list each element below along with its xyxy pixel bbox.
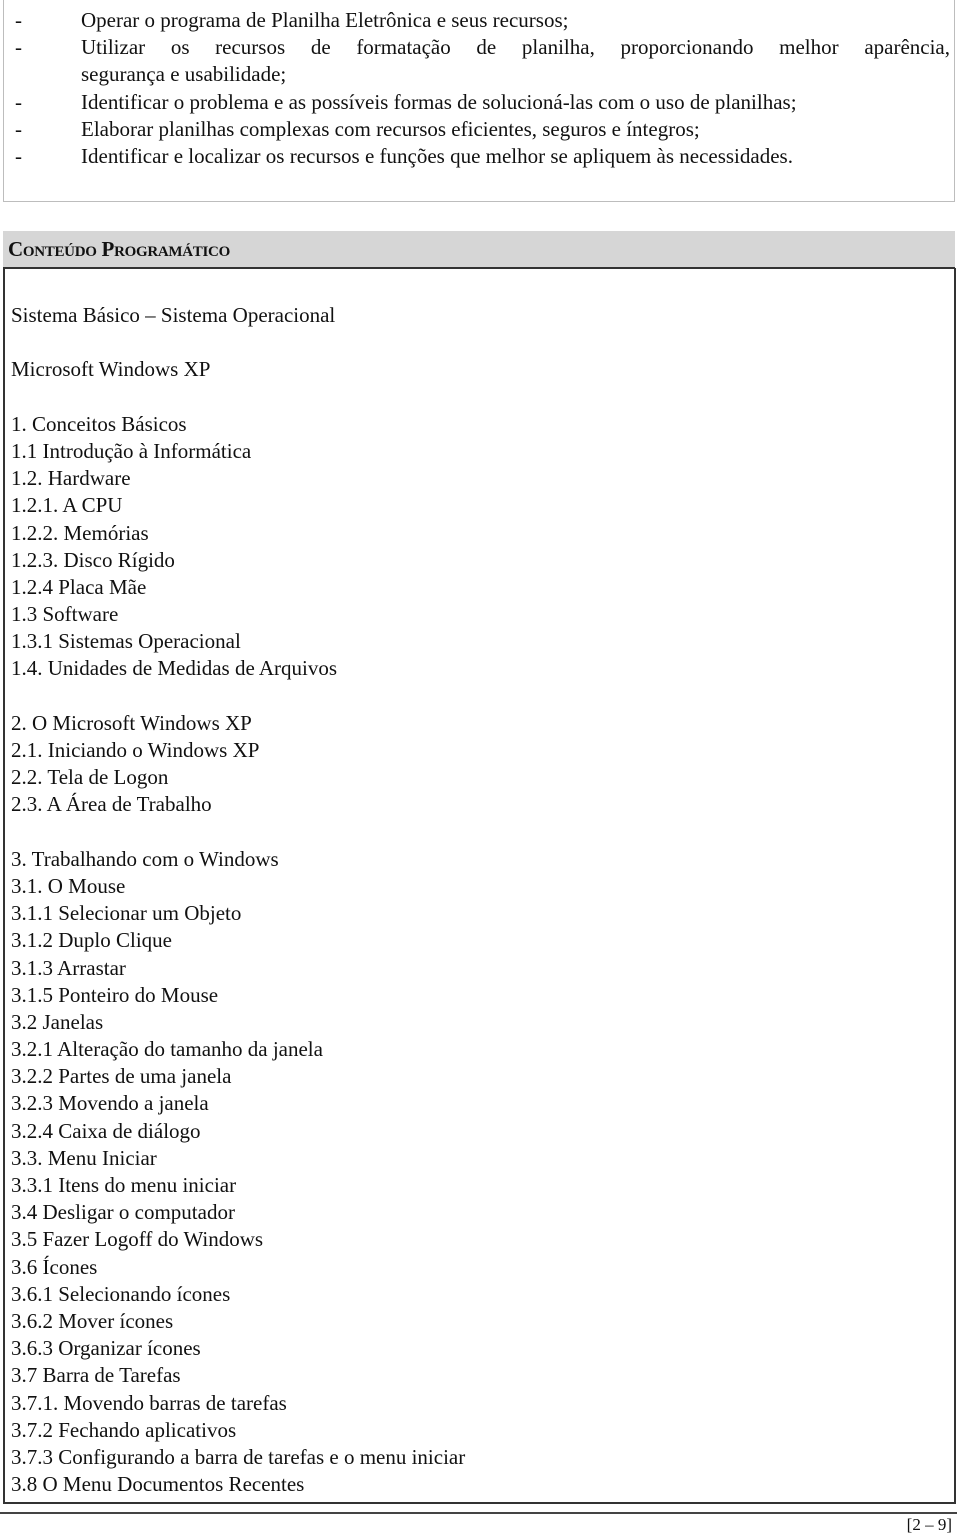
blank-line bbox=[11, 819, 465, 846]
syllabus-item: 3.4 Desligar o computador bbox=[11, 1200, 235, 1225]
objective-item: - Operar o programa de Planilha Eletrônic… bbox=[4, 7, 956, 34]
bullet-dash: - bbox=[15, 144, 22, 168]
syllabus-item: 3. Trabalhando com o Windows bbox=[11, 846, 279, 871]
objective-item: - Identificar o problema e as possíveis f… bbox=[4, 89, 956, 116]
syllabus-item: 3.6 Ícones bbox=[11, 1254, 98, 1279]
syllabus-item: 1.2. Hardware bbox=[11, 466, 131, 491]
objective-item: - Identificar e localizar os recursos e f… bbox=[4, 143, 956, 170]
bullet-dash: - bbox=[15, 116, 22, 141]
footer-divider bbox=[0, 1512, 957, 1514]
syllabus-item: 3.2 Janelas bbox=[11, 1009, 104, 1034]
page-number: [2 – 9] bbox=[906, 1515, 952, 1534]
syllabus-item: 3.7.1. Movendo barras de tarefas bbox=[11, 1390, 287, 1415]
syllabus-item: 3.7.3 Configurando a barra de tarefas e … bbox=[11, 1444, 466, 1469]
syllabus-item: 3.6.3 Organizar ícones bbox=[11, 1336, 201, 1361]
syllabus-item: 1.4. Unidades de Medidas de Arquivos bbox=[11, 656, 338, 681]
syllabus-item: 3.2.2 Partes de uma janela bbox=[11, 1064, 232, 1089]
syllabus-item: 3.1. O Mouse bbox=[11, 873, 126, 898]
syllabus-item: 3.8 O Menu Documentos Recentes bbox=[11, 1472, 305, 1497]
syllabus-item: 1.1 Introdução à Informática bbox=[11, 438, 252, 463]
section-content: Sistema Básico – Sistema Operacional Micr… bbox=[3, 268, 956, 1504]
syllabus-item: 1. Conceitos Básicos bbox=[11, 411, 187, 436]
blank-line bbox=[11, 329, 465, 356]
syllabus-item: 2.1. Iniciando o Windows XP bbox=[11, 738, 260, 762]
syllabus-item: 3.1.2 Duplo Clique bbox=[11, 928, 172, 953]
syllabus-item: 1.3 Software bbox=[11, 602, 119, 627]
syllabus-item: 3.6.1 Selecionando ícones bbox=[11, 1281, 231, 1306]
syllabus-item: 3.2.4 Caixa de diálogo bbox=[11, 1118, 201, 1143]
objective-text: Elaborar planilhas complexas com recurso… bbox=[81, 116, 700, 141]
syllabus-item: 3.2.1 Alteração do tamanho da janela bbox=[11, 1037, 323, 1062]
syllabus-item: Sistema Básico – Sistema Operacional bbox=[11, 303, 336, 327]
syllabus-item: 3.3.1 Itens do menu iniciar bbox=[11, 1173, 237, 1197]
syllabus-item: 3.7 Barra de Tarefas bbox=[11, 1363, 181, 1388]
syllabus-item: 3.6.2 Mover ícones bbox=[11, 1308, 174, 1333]
blank-line bbox=[11, 384, 465, 411]
syllabus-item: 3.1.3 Arrastar bbox=[11, 955, 126, 980]
section-header: Conteúdo Programático bbox=[3, 231, 955, 269]
syllabus-item: 3.1.5 Ponteiro do Mouse bbox=[11, 982, 219, 1007]
syllabus-item: 3.2.3 Movendo a janela bbox=[11, 1091, 209, 1116]
objective-text: Operar o programa de Planilha Eletrônica… bbox=[81, 8, 569, 32]
syllabus-item: 3.7.2 Fechando aplicativos bbox=[11, 1417, 237, 1442]
bullet-dash: - bbox=[15, 8, 22, 32]
bullet-dash: - bbox=[15, 35, 22, 60]
section-title: Conteúdo Programático bbox=[8, 237, 230, 261]
syllabus-item: 1.2.3. Disco Rígido bbox=[11, 547, 175, 572]
objective-text: Utilizar os recursos de formatação de pl… bbox=[81, 35, 950, 60]
objective-text: Identificar e localizar os recursos e fu… bbox=[81, 144, 793, 168]
objective-item: segurança e usabilidade; bbox=[4, 61, 956, 88]
syllabus-item: 1.3.1 Sistemas Operacional bbox=[11, 629, 241, 654]
objective-item: - Elaborar planilhas complexas com recurs… bbox=[4, 116, 956, 143]
syllabus-item: 2. O Microsoft Windows XP bbox=[11, 710, 252, 735]
syllabus-list: Sistema Básico – Sistema Operacional Micr… bbox=[11, 302, 465, 1498]
syllabus-item: 3.5 Fazer Logoff do Windows bbox=[11, 1227, 264, 1252]
objective-text: Identificar o problema e as possíveis fo… bbox=[81, 89, 797, 114]
bullet-dash: - bbox=[15, 89, 22, 114]
objectives-box: - Operar o programa de Planilha Eletrônic… bbox=[3, 0, 955, 202]
syllabus-item: 3.3. Menu Iniciar bbox=[11, 1145, 157, 1170]
syllabus-item: 1.2.1. A CPU bbox=[11, 493, 123, 518]
syllabus-item: 2.2. Tela de Logon bbox=[11, 765, 169, 790]
objective-item: - Utilizar os recursos de formatação de p… bbox=[4, 34, 956, 61]
blank-line bbox=[11, 683, 465, 710]
syllabus-item: Microsoft Windows XP bbox=[11, 357, 211, 382]
objective-text: segurança e usabilidade; bbox=[81, 62, 287, 87]
syllabus-item: 1.2.4 Placa Mãe bbox=[11, 574, 147, 599]
syllabus-item: 2.3. A Área de Trabalho bbox=[11, 792, 212, 817]
syllabus-item: 3.1.1 Selecionar um Objeto bbox=[11, 901, 242, 926]
syllabus-item: 1.2.2. Memórias bbox=[11, 520, 149, 545]
